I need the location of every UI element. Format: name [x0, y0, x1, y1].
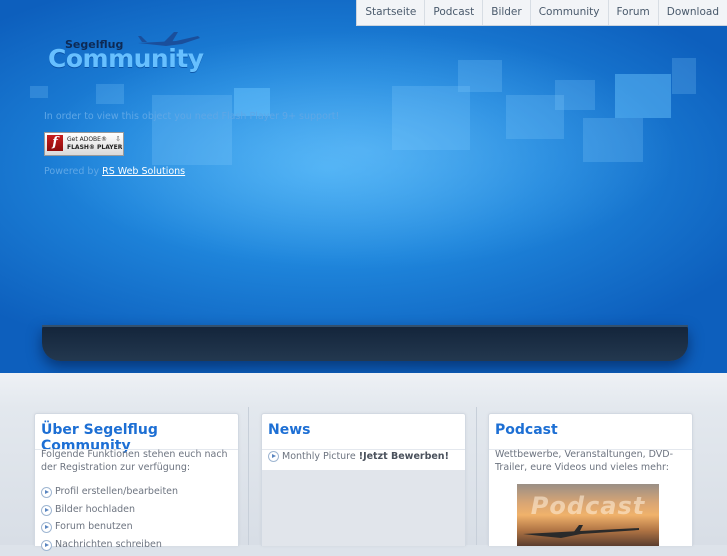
top-nav: Startseite Podcast Bilder Community Foru… [356, 0, 727, 26]
deco-square [615, 74, 671, 118]
get-flash-player-button[interactable]: f Get ADOBE® FLASH® PLAYER ⇩ [44, 132, 124, 156]
news-item-text: Monthly Picture [282, 451, 359, 462]
list-item-label: Forum benutzen [55, 521, 133, 532]
column-divider [476, 407, 477, 545]
bullet-arrow-icon [41, 540, 52, 551]
podcast-panel: Podcast Wettbewerbe, Veranstaltungen, DV… [488, 413, 693, 546]
flash-message: In order to view this object you need Fl… [44, 111, 339, 122]
podcast-description: Wettbewerbe, Veranstaltungen, DVD-Traile… [495, 449, 686, 474]
nav-startseite[interactable]: Startseite [357, 0, 425, 25]
deco-square [152, 95, 232, 165]
list-item: Bilder hochladen [41, 504, 178, 522]
list-item: Profil erstellen/bearbeiten [41, 486, 178, 504]
flash-badge-line2: FLASH® PLAYER [67, 144, 122, 151]
nav-community[interactable]: Community [531, 0, 609, 25]
powered-link[interactable]: RS Web Solutions [102, 166, 185, 177]
podcast-image[interactable]: Podcast [517, 484, 659, 546]
column-divider [248, 407, 249, 545]
about-description: Folgende Funktionen stehen euch nach der… [41, 449, 232, 474]
flash-badge-line1: Get ADOBE® [67, 136, 107, 143]
deco-square [392, 86, 470, 150]
news-item[interactable]: Monthly Picture !Jetzt Bewerben! [268, 451, 449, 462]
hero-stage-bar [42, 325, 688, 361]
news-panel: News Monthly Picture !Jetzt Bewerben! [261, 413, 466, 546]
news-title: News [268, 422, 310, 438]
deco-square [96, 84, 124, 104]
glider-icon [521, 522, 641, 542]
deco-square [583, 118, 643, 162]
podcast-title: Podcast [495, 422, 558, 438]
list-item: Forum benutzen [41, 521, 178, 539]
download-arrow-icon: ⇩ [115, 135, 121, 143]
nav-download[interactable]: Download [659, 0, 727, 25]
deco-square [555, 80, 595, 110]
plane-icon [136, 30, 202, 52]
list-item-label: Profil erstellen/bearbeiten [55, 486, 178, 497]
site-logo[interactable]: Segelflug Community [48, 30, 203, 74]
nav-podcast[interactable]: Podcast [425, 0, 483, 25]
podcast-image-text: Podcast [517, 492, 659, 520]
bullet-arrow-icon [41, 522, 52, 533]
news-item-highlight: !Jetzt Bewerben! [359, 451, 449, 462]
panel-divider [262, 449, 465, 450]
bullet-arrow-icon [268, 451, 279, 462]
bullet-arrow-icon [41, 505, 52, 516]
list-item-label: Nachrichten schreiben [55, 539, 162, 550]
flash-player-icon: f [47, 135, 63, 151]
about-panel: Über Segelflug Community Folgende Funkti… [34, 413, 239, 546]
news-body [262, 470, 465, 546]
about-feature-list: Profil erstellen/bearbeiten Bilder hochl… [41, 486, 178, 556]
nav-bilder[interactable]: Bilder [483, 0, 530, 25]
list-item: Nachrichten schreiben [41, 539, 178, 556]
deco-square [30, 86, 48, 98]
deco-square [458, 60, 502, 92]
nav-forum[interactable]: Forum [609, 0, 659, 25]
list-item-label: Bilder hochladen [55, 504, 135, 515]
deco-square [672, 58, 696, 94]
bullet-arrow-icon [41, 487, 52, 498]
powered-prefix: Powered by [44, 166, 102, 177]
powered-by: Powered by RS Web Solutions [44, 166, 185, 177]
